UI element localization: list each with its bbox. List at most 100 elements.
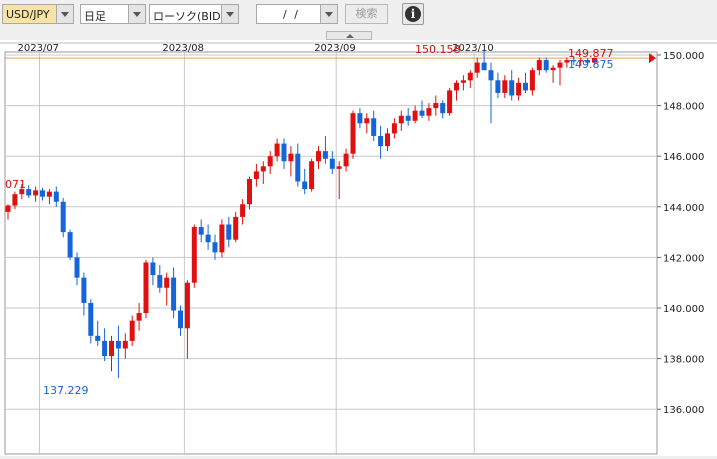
y-tick-label: 150.000 (663, 51, 704, 62)
candle-body (95, 335, 101, 341)
candle-body (247, 178, 252, 205)
candle-body (460, 80, 466, 83)
candle-body (412, 110, 418, 121)
candle-body (191, 227, 197, 283)
candle-body (454, 82, 459, 91)
symbol-select[interactable]: USD/JPY (2, 4, 74, 24)
candle-body (302, 181, 308, 190)
candle-body (536, 60, 542, 71)
candle-body (267, 156, 273, 167)
candle-body (474, 62, 480, 73)
chart-area[interactable]: 150.000 148.000 146.000 144.000 142.000 140.0… (0, 40, 717, 456)
candle-body (440, 103, 446, 114)
candle-body (309, 161, 315, 190)
chevron-down-icon (56, 5, 73, 23)
candle-body (219, 224, 225, 253)
candle-body (467, 72, 473, 81)
collapse-toolbar-toggle[interactable] (326, 31, 372, 40)
candle-body (53, 191, 59, 202)
search-button[interactable]: 検索 (345, 4, 388, 24)
y-tick-label: 142.000 (663, 253, 704, 264)
chart-style-value: ローソク(BID) (153, 10, 225, 23)
candle-body (329, 158, 335, 169)
candle-body (164, 277, 170, 288)
candle-body (178, 310, 183, 329)
candle-body (102, 340, 108, 357)
interval-select[interactable]: 日足 (80, 4, 146, 24)
candle-body (81, 277, 87, 303)
x-tick-label: 2023/07 (18, 43, 60, 54)
candle-body (371, 118, 377, 136)
y-tick-label: 138.000 (663, 355, 704, 366)
candle-body (184, 282, 190, 329)
candle-body (426, 108, 432, 116)
y-tick-label: 148.000 (663, 102, 704, 113)
candle-body (233, 216, 239, 240)
candle-body (350, 113, 356, 154)
chevron-down-icon (128, 5, 145, 23)
candle-body (378, 135, 384, 147)
symbol-value: USD/JPY (6, 8, 50, 21)
date-input[interactable]: / / (256, 4, 338, 24)
low-price-label: 137.229 (43, 384, 89, 397)
calendar-dropdown-icon[interactable] (320, 5, 337, 23)
candle-body (391, 123, 397, 134)
candle-body (26, 189, 32, 196)
candle-body (336, 166, 342, 169)
candle-body (5, 205, 11, 212)
candle-body (67, 232, 73, 258)
candle-body (288, 153, 294, 162)
candle-body (488, 70, 494, 81)
candle-body (502, 80, 508, 93)
candle-body (226, 224, 232, 240)
y-tick-label: 140.000 (663, 304, 704, 315)
candle-body (46, 191, 52, 197)
candle-body (364, 118, 370, 124)
date-value: / / (283, 8, 300, 21)
candle-body (481, 62, 487, 71)
candle-body (88, 302, 94, 336)
candlestick-chart[interactable]: 150.000 148.000 146.000 144.000 142.000 140.0… (0, 40, 717, 456)
candle-body (240, 204, 246, 217)
candle-body (129, 320, 135, 341)
candle-body (281, 143, 287, 162)
candle-body (260, 166, 266, 172)
candle-body (543, 60, 549, 71)
candle-body (143, 262, 149, 314)
toolbar: USD/JPY 日足 ローソク(BID) / / 検索 i (0, 0, 717, 30)
candle-body (523, 82, 528, 91)
candle-body (509, 80, 515, 96)
x-tick-label: 2023/08 (162, 43, 204, 54)
candle-body (419, 110, 425, 116)
candle-body (115, 340, 121, 349)
y-tick-label: 144.000 (663, 203, 704, 214)
info-button[interactable]: i (402, 3, 424, 25)
candle-body (550, 67, 556, 71)
candle-body (557, 62, 563, 68)
candle-body (122, 340, 128, 349)
chart-style-select[interactable]: ローソク(BID) (149, 4, 239, 24)
y-tick-label: 136.000 (663, 405, 704, 416)
candle-body (316, 151, 321, 162)
candle-body (60, 201, 66, 233)
candle-body (171, 277, 177, 311)
candle-body (322, 151, 328, 159)
candle-body (274, 143, 280, 157)
candle-body (405, 115, 411, 121)
candle-body (33, 190, 39, 196)
candle-body (74, 257, 80, 278)
candle-body (516, 82, 522, 96)
candle-body (343, 153, 349, 167)
candle-body (150, 262, 156, 276)
candle-body (109, 340, 114, 357)
y-tick-label: 146.000 (663, 152, 704, 163)
interval-value: 日足 (84, 10, 106, 23)
candle-body (357, 113, 363, 124)
candle-body (433, 103, 439, 109)
chevron-down-icon (221, 5, 238, 23)
candle-body (495, 80, 501, 93)
candle-body (398, 115, 404, 124)
candle-body (253, 171, 259, 179)
candle-body (40, 190, 45, 197)
candle-body (12, 194, 18, 206)
